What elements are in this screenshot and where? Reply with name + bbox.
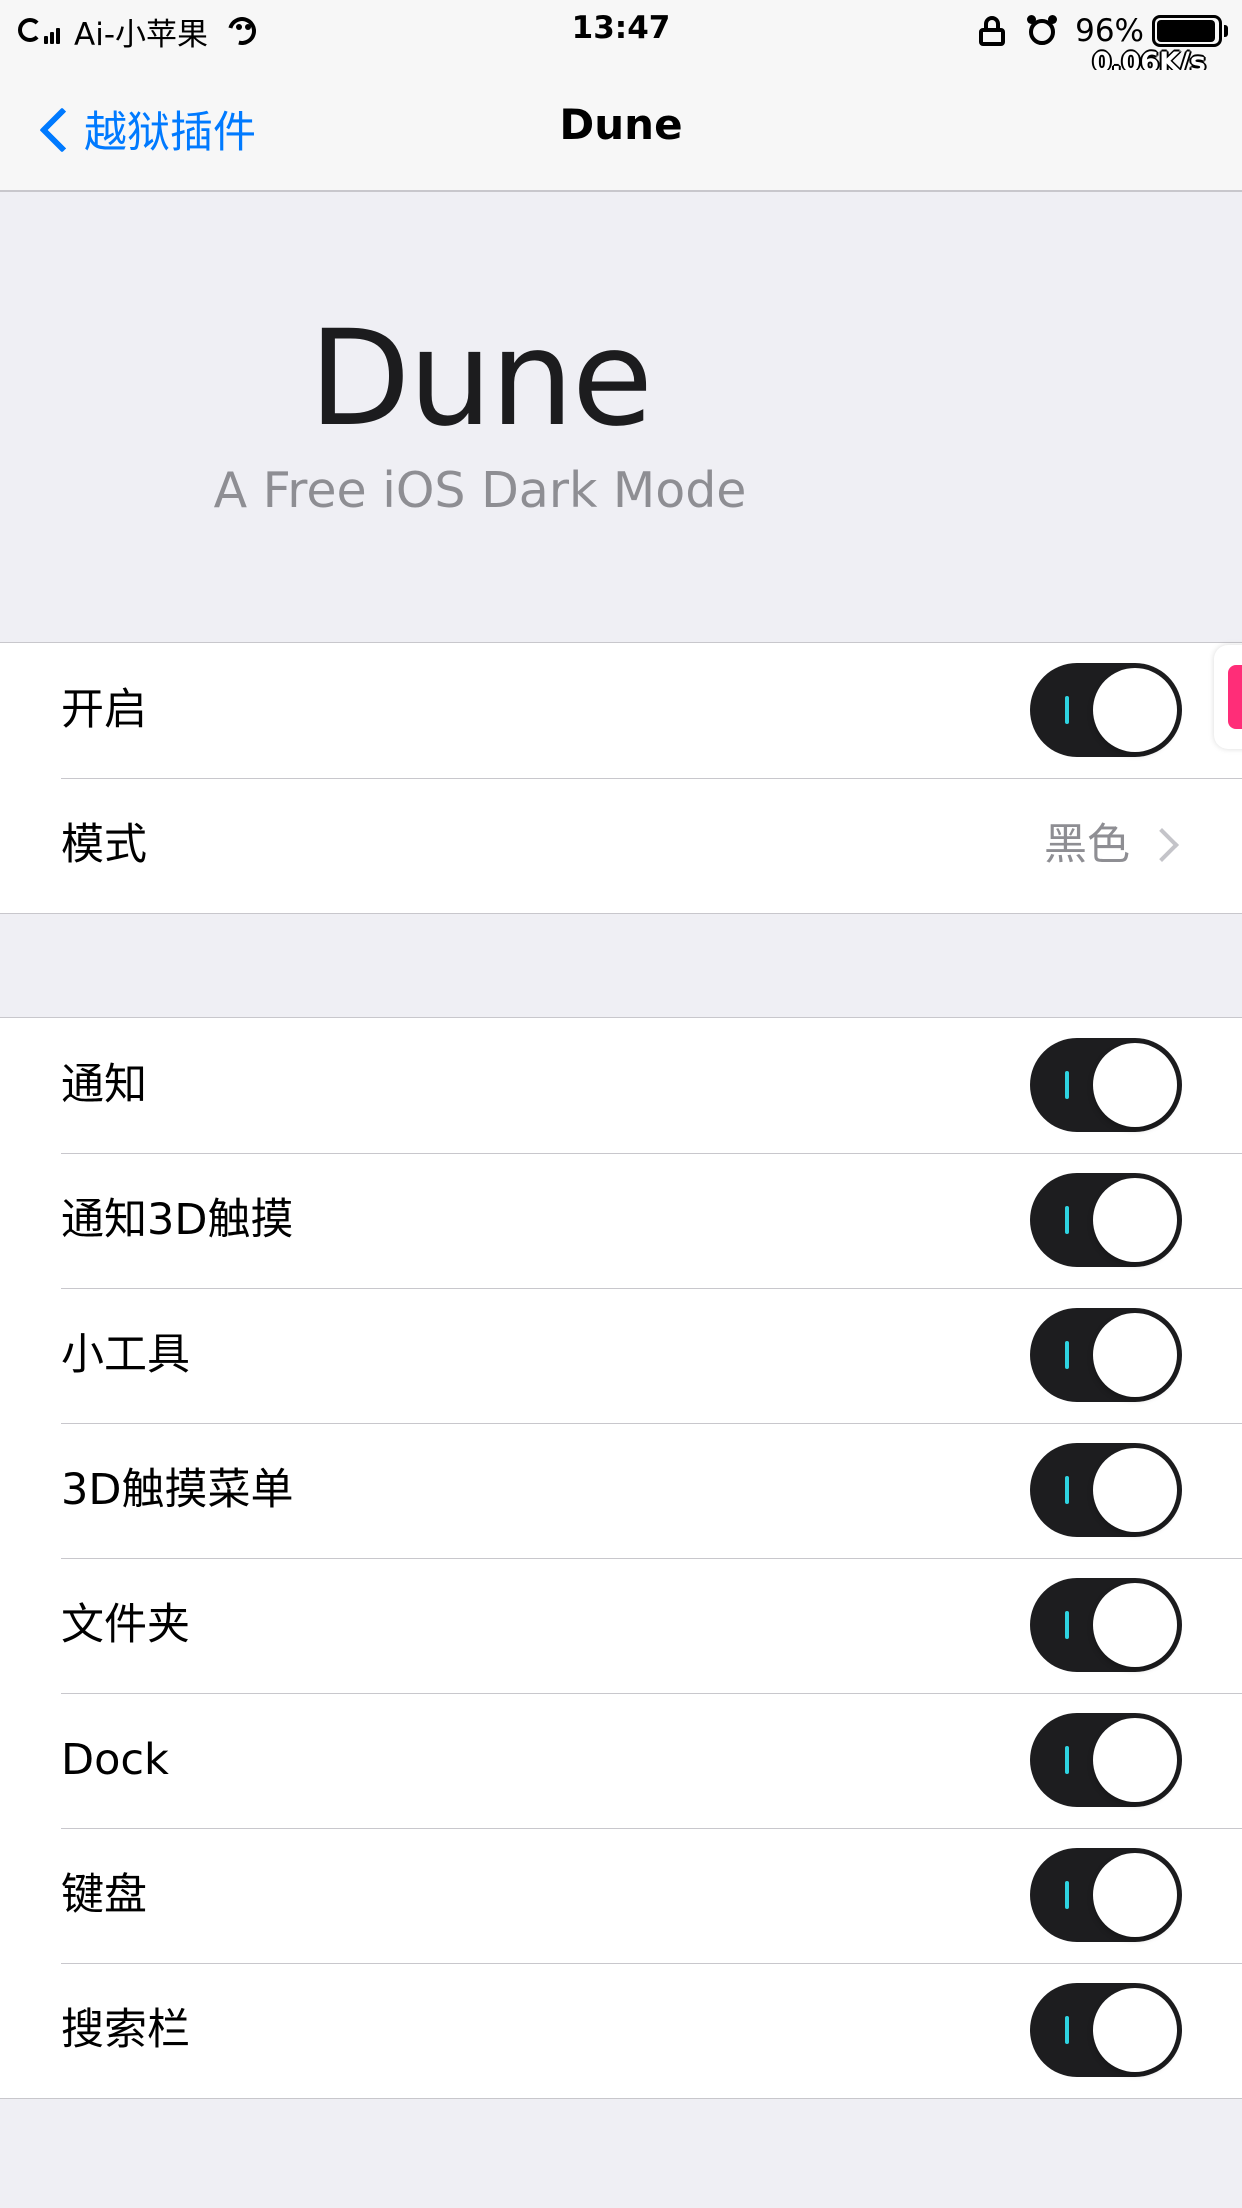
- header-subtitle: A Free iOS Dark Mode: [213, 462, 747, 519]
- folders-toggle[interactable]: [1030, 1578, 1182, 1672]
- toggle-on-indicator: [1065, 1881, 1069, 1909]
- settings-group-components: 通知 通知3D触摸 小工具 3D触摸菜单 文件夹 Dock 键盘 搜索栏: [0, 1017, 1242, 2099]
- row-search-bar: 搜索栏: [0, 1963, 1242, 2098]
- header-title: Dune: [308, 302, 653, 456]
- row-label: 模式: [61, 820, 147, 870]
- battery-percent: 96%: [1075, 13, 1144, 49]
- notification-3d-touch-toggle[interactable]: [1030, 1173, 1182, 1267]
- row-label: 通知3D触摸: [61, 1195, 294, 1245]
- nav-title: Dune: [559, 100, 683, 149]
- widgets-toggle[interactable]: [1030, 1308, 1182, 1402]
- status-bar: Ai-小苹果 13:47 96% 0.06K/s: [0, 0, 1242, 78]
- row-label: 开启: [61, 685, 147, 735]
- toggle-on-indicator: [1065, 2016, 1069, 2044]
- row-notifications: 通知: [0, 1018, 1242, 1153]
- toggle-knob: [1093, 1988, 1177, 2072]
- chevron-right-icon: [1150, 831, 1178, 859]
- toggle-on-indicator: [1065, 1476, 1069, 1504]
- toggle-knob: [1093, 1043, 1177, 1127]
- row-mode[interactable]: 模式 黑色: [0, 778, 1242, 913]
- alarm-icon: [1027, 15, 1058, 47]
- mode-value: 黑色: [1044, 820, 1130, 870]
- row-3d-touch-menu: 3D触摸菜单: [0, 1423, 1242, 1558]
- toggle-knob: [1093, 1313, 1177, 1397]
- battery-fill: [1157, 20, 1215, 42]
- toggle-on-indicator: [1065, 696, 1069, 724]
- row-enable: 开启: [0, 643, 1242, 778]
- notifications-toggle[interactable]: [1030, 1038, 1182, 1132]
- row-label: Dock: [61, 1735, 169, 1785]
- keyboard-toggle[interactable]: [1030, 1848, 1182, 1942]
- toggle-knob: [1093, 1853, 1177, 1937]
- toggle-knob: [1093, 1178, 1177, 1262]
- status-right: 96%: [979, 12, 1228, 50]
- toggle-on-indicator: [1065, 1206, 1069, 1234]
- toggle-knob: [1093, 1718, 1177, 1802]
- row-dock: Dock: [0, 1693, 1242, 1828]
- dock-toggle[interactable]: [1030, 1713, 1182, 1807]
- tweak-header: Dune A Free iOS Dark Mode: [0, 192, 1242, 642]
- settings-screen: Ai-小苹果 13:47 96% 0.06K/s 越狱插件 Dune Dune …: [0, 0, 1242, 2208]
- toggle-on-indicator: [1065, 1746, 1069, 1774]
- toggle-on-indicator: [1065, 1071, 1069, 1099]
- row-label: 搜索栏: [61, 2005, 190, 2055]
- row-keyboard: 键盘: [0, 1828, 1242, 1963]
- settings-group-main: 开启 模式 黑色: [0, 642, 1242, 914]
- row-widgets: 小工具: [0, 1288, 1242, 1423]
- floating-side-tab[interactable]: [1214, 645, 1242, 749]
- toggle-knob: [1093, 668, 1177, 752]
- toggle-knob: [1093, 1583, 1177, 1667]
- battery-icon: [1152, 15, 1228, 47]
- toggle-on-indicator: [1065, 1611, 1069, 1639]
- search-bar-toggle[interactable]: [1030, 1983, 1182, 2077]
- row-label: 文件夹: [61, 1600, 190, 1650]
- orientation-lock-icon: [979, 16, 1006, 46]
- row-label: 3D触摸菜单: [61, 1465, 294, 1515]
- toggle-knob: [1093, 1448, 1177, 1532]
- row-label: 键盘: [61, 1870, 147, 1920]
- side-tab-handle: [1228, 665, 1242, 729]
- enable-toggle[interactable]: [1030, 663, 1182, 757]
- toggle-on-indicator: [1065, 1341, 1069, 1369]
- row-label: 通知: [61, 1060, 147, 1110]
- row-folders: 文件夹: [0, 1558, 1242, 1693]
- row-notification-3d-touch: 通知3D触摸: [0, 1153, 1242, 1288]
- 3d-touch-menu-toggle[interactable]: [1030, 1443, 1182, 1537]
- navigation-bar: 越狱插件 Dune: [0, 70, 1242, 192]
- row-label: 小工具: [61, 1330, 190, 1380]
